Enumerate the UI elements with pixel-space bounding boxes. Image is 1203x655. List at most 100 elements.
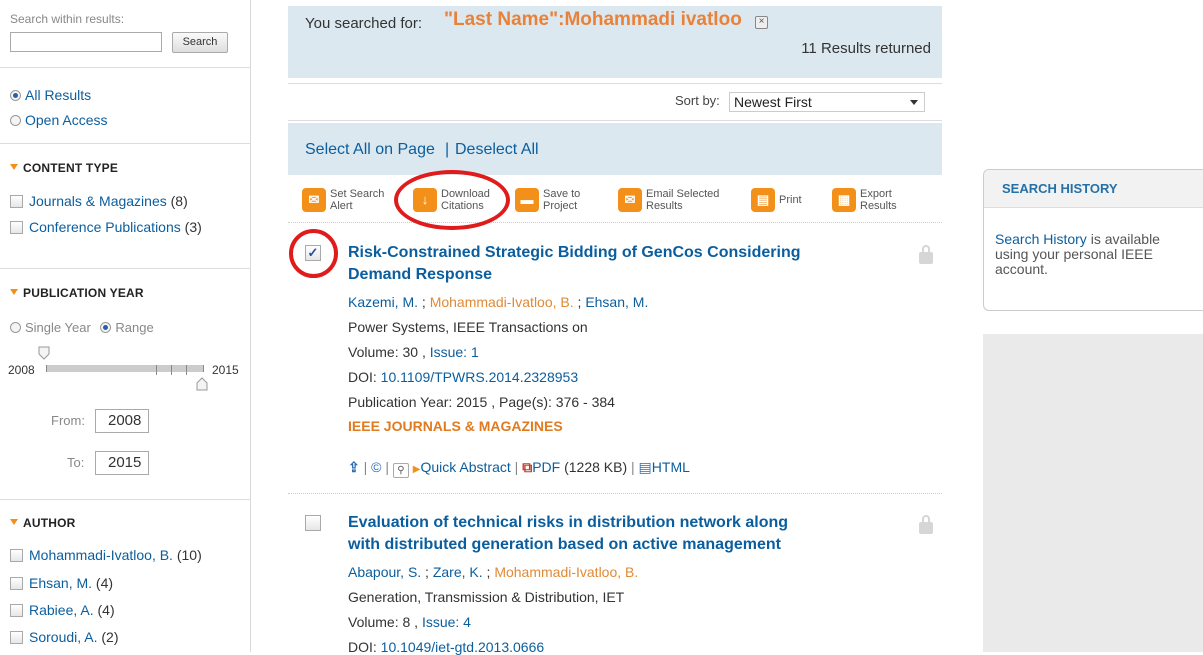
- author-heading[interactable]: AUTHOR: [10, 516, 76, 530]
- expand-triangle-icon: [10, 164, 18, 170]
- checkbox[interactable]: [10, 631, 23, 644]
- doi-link[interactable]: 10.1049/iet-gtd.2013.0666: [381, 639, 544, 655]
- year-mode-selector: Single Year Range: [10, 320, 154, 335]
- play-arrow-icon: ▶: [412, 464, 421, 475]
- radio-open-access[interactable]: Open Access: [10, 112, 108, 128]
- result-actions: ⇪ | © | ⚲ ▶Quick Abstract | ⧉PDF (1228 K…: [348, 459, 690, 478]
- to-year-input[interactable]: 2015: [95, 451, 149, 475]
- year-slider-track[interactable]: [46, 365, 204, 372]
- lock-icon: [919, 245, 933, 264]
- right-grey-panel: [983, 334, 1203, 652]
- pdf-size: (1228 KB): [564, 459, 628, 475]
- radio-range[interactable]: Range: [100, 320, 154, 335]
- html-link[interactable]: HTML: [652, 459, 690, 475]
- result-title-link[interactable]: Risk-Constrained Strategic Bidding of Ge…: [348, 242, 800, 286]
- export-table-icon: ▦: [832, 188, 856, 212]
- chevron-down-icon: [910, 100, 918, 105]
- publication-year-heading[interactable]: PUBLICATION YEAR: [10, 286, 144, 300]
- result-pub-info: Publication Year: 2015 , Page(s): 376 - …: [348, 394, 615, 410]
- result-authors: Kazemi, M. ; Mohammadi-Ivatloo, B. ; Ehs…: [348, 294, 649, 310]
- search-history-header: SEARCH HISTORY: [984, 170, 1203, 208]
- facet-journals-magazines[interactable]: Journals & Magazines (8): [10, 193, 188, 209]
- checkbox[interactable]: [10, 577, 23, 590]
- slider-handle-start-icon[interactable]: [38, 346, 50, 360]
- search-history-heading: SEARCH HISTORY: [1002, 181, 1118, 196]
- html-doc-icon: ▤: [638, 459, 652, 475]
- result-title-link[interactable]: Evaluation of technical risks in distrib…: [348, 512, 788, 556]
- divider: [288, 222, 942, 223]
- issue-link[interactable]: Issue: 4: [422, 614, 471, 630]
- copyright-icon[interactable]: ©: [371, 459, 381, 475]
- search-within-button[interactable]: Search: [172, 32, 228, 53]
- issue-link[interactable]: Issue: 1: [430, 344, 479, 360]
- checkbox[interactable]: [10, 549, 23, 562]
- highlight-circle-download: [394, 170, 510, 230]
- radio-single-year[interactable]: Single Year: [10, 320, 91, 335]
- result-journal-link[interactable]: Power Systems, IEEE Transactions on: [348, 319, 588, 335]
- divider: [0, 143, 250, 144]
- separator: |: [445, 141, 450, 158]
- facet-conference-publications[interactable]: Conference Publications (3): [10, 219, 202, 235]
- author-link[interactable]: Kazemi, M.: [348, 294, 418, 310]
- radio-icon: [10, 90, 21, 101]
- results-count: 11 Results returned: [801, 40, 931, 57]
- result-journal-link[interactable]: Generation, Transmission & Distribution,…: [348, 589, 624, 605]
- sort-select[interactable]: Newest First: [729, 92, 925, 112]
- facet-author[interactable]: Mohammadi-Ivatloo, B. (10): [10, 547, 202, 563]
- share-icon[interactable]: ⇪: [348, 459, 360, 475]
- author-link[interactable]: Ehsan, M.: [585, 294, 648, 310]
- search-query: "Last Name":Mohammadi ivatloo: [444, 9, 742, 30]
- year-slider-min: 2008: [8, 363, 35, 377]
- search-within-input[interactable]: [10, 32, 162, 52]
- result-doi: DOI: 10.1109/TPWRS.2014.2328953: [348, 369, 579, 385]
- result-volume: Volume: 8 , Issue: 4: [348, 614, 471, 630]
- radio-icon: [10, 115, 21, 126]
- result-volume: Volume: 30 , Issue: 1: [348, 344, 479, 360]
- to-label: To:: [67, 455, 85, 470]
- checkbox[interactable]: [10, 604, 23, 617]
- search-history-link[interactable]: Search History: [995, 231, 1087, 247]
- author-link[interactable]: Mohammadi-Ivatloo, B.: [494, 564, 638, 580]
- deselect-all-link[interactable]: Deselect All: [455, 141, 539, 159]
- divider: [0, 499, 250, 500]
- you-searched-for-label: You searched for:: [305, 15, 423, 32]
- pdf-link[interactable]: PDF: [532, 459, 560, 475]
- facet-author[interactable]: Rabiee, A. (4): [10, 602, 115, 618]
- expand-triangle-icon: [10, 289, 18, 295]
- radio-icon: [10, 322, 21, 333]
- author-link[interactable]: Mohammadi-Ivatloo, B.: [430, 294, 574, 310]
- from-year-input[interactable]: 2008: [95, 409, 149, 433]
- email-icon: ✉: [618, 188, 642, 212]
- divider: [288, 493, 942, 494]
- radio-all-results[interactable]: All Results: [10, 87, 91, 103]
- remove-query-icon[interactable]: ×: [755, 16, 768, 29]
- highlight-circle-checkbox: [289, 229, 338, 278]
- radio-icon: [100, 322, 112, 333]
- print-icon: ▤: [751, 188, 775, 212]
- sort-label: Sort by:: [675, 93, 720, 108]
- select-all-link[interactable]: Select All on Page: [305, 141, 435, 159]
- slider-tick: [186, 365, 187, 375]
- quick-abstract-link[interactable]: Quick Abstract: [421, 459, 511, 475]
- author-link[interactable]: Abapour, S.: [348, 564, 421, 580]
- search-within-label: Search within results:: [10, 12, 125, 26]
- result-checkbox[interactable]: [305, 515, 321, 531]
- divider: [0, 268, 250, 269]
- from-label: From:: [51, 413, 85, 428]
- magnifier-icon[interactable]: ⚲: [392, 463, 409, 478]
- sidebar: Search within results: Search All Result…: [0, 0, 251, 652]
- lock-icon: [919, 515, 933, 534]
- checkbox[interactable]: [10, 195, 23, 208]
- facet-author[interactable]: Ehsan, M. (4): [10, 575, 113, 591]
- content-type-heading[interactable]: CONTENT TYPE: [10, 161, 118, 175]
- doi-link[interactable]: 10.1109/TPWRS.2014.2328953: [381, 369, 578, 385]
- slider-tick: [156, 365, 157, 375]
- result-doi: DOI: 10.1049/iet-gtd.2013.0666: [348, 639, 545, 655]
- expand-triangle-icon: [10, 519, 18, 525]
- search-summary-banner: You searched for: "Last Name":Mohammadi …: [288, 6, 942, 78]
- checkbox[interactable]: [10, 221, 23, 234]
- author-link[interactable]: Zare, K.: [433, 564, 483, 580]
- facet-author[interactable]: Soroudi, A. (2): [10, 629, 119, 645]
- slider-handle-end-icon[interactable]: [196, 377, 208, 391]
- result-authors: Abapour, S. ; Zare, K. ; Mohammadi-Ivatl…: [348, 564, 639, 580]
